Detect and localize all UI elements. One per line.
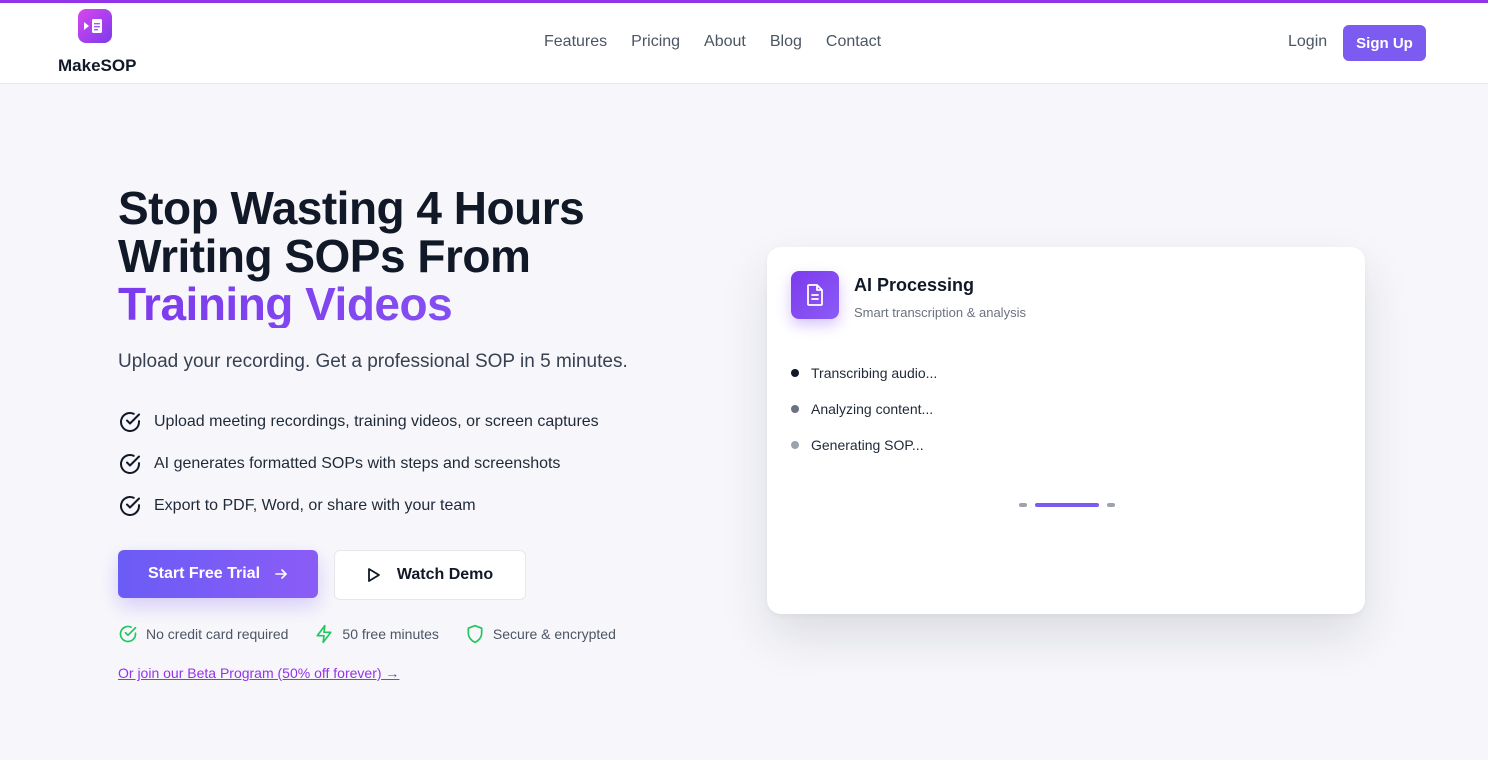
progress-dot bbox=[1019, 503, 1027, 507]
step-dot bbox=[791, 405, 799, 413]
nav-link-blog[interactable]: Blog bbox=[770, 33, 802, 55]
check-circle-icon bbox=[120, 496, 140, 516]
feature-item: Upload meeting recordings, training vide… bbox=[118, 410, 599, 434]
progress-dot bbox=[1107, 503, 1115, 507]
trust-badge-secure: Secure & encrypted bbox=[465, 624, 616, 644]
check-circle-icon bbox=[120, 412, 140, 432]
hero-title-line-1: Stop Wasting 4 Hours bbox=[118, 182, 585, 234]
arrow-right-icon bbox=[274, 567, 288, 581]
start-free-trial-button[interactable]: Start Free Trial bbox=[118, 550, 318, 598]
trust-badge-label: Secure & encrypted bbox=[492, 626, 616, 642]
hero-title-line-2: Writing SOPs From bbox=[118, 230, 531, 282]
processing-steps: Transcribing audio... Analyzing content.… bbox=[791, 363, 937, 471]
feature-text: AI generates formatted SOPs with steps a… bbox=[154, 455, 561, 472]
trust-badge-label: 50 free minutes bbox=[342, 626, 439, 642]
trust-badge-label: No credit card required bbox=[146, 626, 289, 642]
video-document-icon bbox=[78, 9, 112, 43]
login-link[interactable]: Login bbox=[1288, 33, 1327, 51]
signup-button[interactable]: Sign Up bbox=[1343, 25, 1426, 61]
nav-link-about[interactable]: About bbox=[704, 33, 746, 55]
play-icon bbox=[367, 567, 381, 583]
nav-link-contact[interactable]: Contact bbox=[826, 33, 881, 55]
feature-text: Upload meeting recordings, training vide… bbox=[154, 413, 599, 430]
progress-indicator bbox=[1019, 503, 1115, 507]
brand-logo-link[interactable]: MakeSOP bbox=[58, 9, 138, 81]
nav-link-features[interactable]: Features bbox=[544, 33, 607, 55]
processing-step: Transcribing audio... bbox=[791, 363, 937, 383]
watch-demo-label: Watch Demo bbox=[396, 566, 494, 583]
watch-demo-button[interactable]: Watch Demo bbox=[334, 550, 526, 600]
hero-title-highlight: Training Videos bbox=[118, 280, 698, 328]
nav-link-pricing[interactable]: Pricing bbox=[631, 33, 680, 55]
trust-badges: No credit card required 50 free minutes … bbox=[118, 624, 642, 644]
lightning-bolt-icon bbox=[316, 624, 332, 644]
feature-text: Export to PDF, Word, or share with your … bbox=[154, 497, 476, 514]
step-label: Transcribing audio... bbox=[811, 365, 938, 381]
card-title: AI Processing bbox=[854, 275, 975, 295]
step-label: Analyzing content... bbox=[811, 401, 934, 417]
processing-step: Analyzing content... bbox=[791, 399, 937, 419]
start-free-trial-label: Start Free Trial bbox=[147, 565, 261, 582]
card-subtitle: Smart transcription & analysis bbox=[854, 305, 1026, 320]
trust-badge-free-minutes: 50 free minutes bbox=[314, 624, 439, 644]
beta-program-link[interactable]: Or join our Beta Program (50% off foreve… bbox=[118, 665, 399, 681]
shield-icon bbox=[467, 624, 483, 644]
document-icon bbox=[791, 271, 839, 319]
ai-processing-card: AI Processing Smart transcription & anal… bbox=[767, 247, 1365, 614]
step-label: Generating SOP... bbox=[811, 437, 924, 453]
step-dot bbox=[791, 369, 799, 377]
navbar: MakeSOP Features Pricing About Blog Cont… bbox=[0, 3, 1488, 84]
feature-list: Upload meeting recordings, training vide… bbox=[118, 410, 599, 536]
feature-item: Export to PDF, Word, or share with your … bbox=[118, 494, 599, 518]
check-circle-icon bbox=[120, 454, 140, 474]
processing-step: Generating SOP... bbox=[791, 435, 937, 455]
main-nav: Features Pricing About Blog Contact bbox=[544, 33, 905, 55]
progress-active-segment bbox=[1035, 503, 1099, 507]
feature-item: AI generates formatted SOPs with steps a… bbox=[118, 452, 599, 476]
hero-subtitle: Upload your recording. Get a professiona… bbox=[118, 351, 628, 372]
trust-badge-no-card: No credit card required bbox=[118, 624, 288, 644]
brand-name: MakeSOP bbox=[58, 56, 137, 75]
check-circle-icon bbox=[119, 625, 137, 643]
hero-title: Stop Wasting 4 Hours Writing SOPs From T… bbox=[118, 184, 698, 328]
step-dot bbox=[791, 441, 799, 449]
